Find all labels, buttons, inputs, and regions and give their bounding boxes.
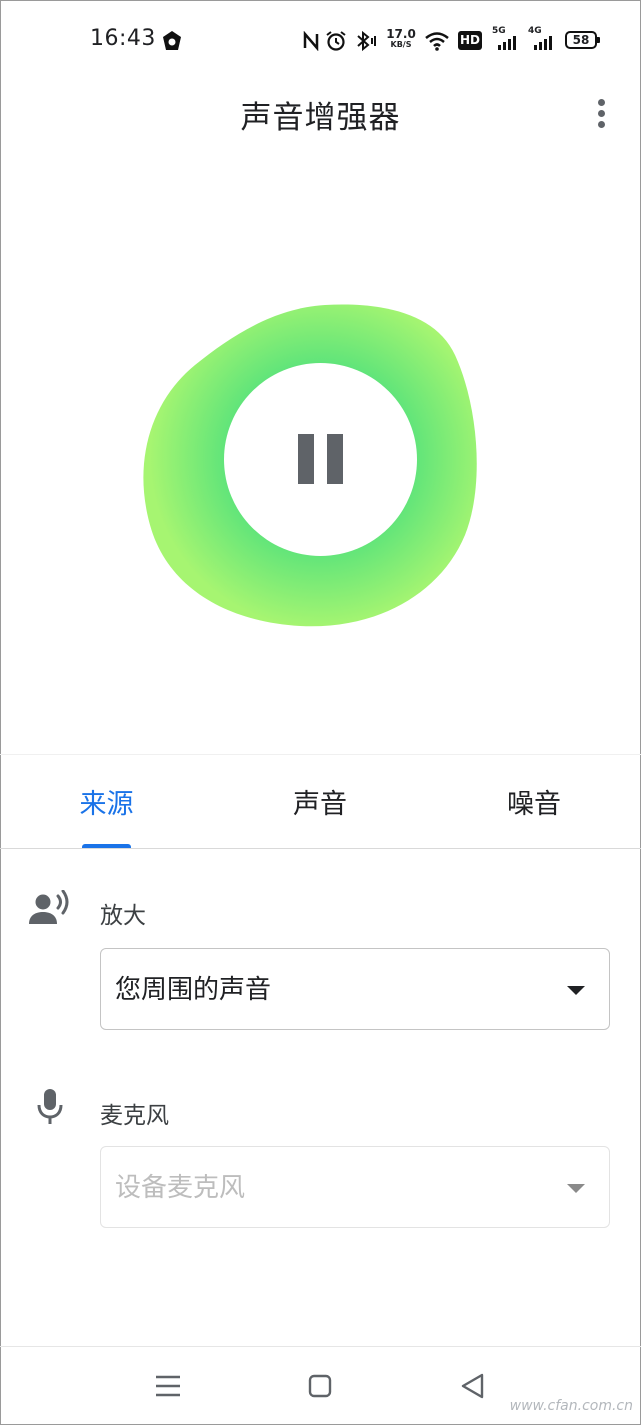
- signal-5g-icon: 5G: [492, 27, 520, 50]
- hd-icon: HD: [458, 31, 482, 50]
- pause-button[interactable]: [224, 363, 417, 556]
- net-speed-unit: KB/S: [390, 40, 412, 49]
- status-time: 16:43: [90, 26, 156, 51]
- back-icon[interactable]: [453, 1366, 493, 1406]
- tab-source[interactable]: 来源: [0, 755, 213, 848]
- tab-bar: 来源 声音 噪音: [0, 755, 641, 848]
- status-bar: 16:43 17.0 KB/S HD 5G 4G 58: [0, 0, 641, 80]
- net-speed-value: 17.0: [386, 27, 416, 41]
- tab-noise[interactable]: 噪音: [427, 755, 641, 848]
- microphone-label: 麦克风: [100, 1103, 169, 1129]
- dropdown-arrow-icon: [567, 986, 585, 995]
- net-speed: 17.0 KB/S: [386, 28, 416, 50]
- watermark: www.cfan.com.cn: [509, 1398, 633, 1414]
- menu-icon[interactable]: [148, 1366, 188, 1406]
- bluetooth-icon: [354, 30, 378, 56]
- tab-sound[interactable]: 声音: [213, 755, 427, 848]
- app-notification-icon: [161, 30, 183, 56]
- amplify-source-select[interactable]: 您周围的声音: [100, 948, 610, 1030]
- nfc-icon: [302, 30, 320, 55]
- amplify-label: 放大: [100, 903, 146, 929]
- microphone-placeholder: 设备麦克风: [115, 1173, 246, 1203]
- person-voice-icon: [28, 889, 74, 934]
- alarm-icon: [325, 30, 347, 56]
- home-icon[interactable]: [300, 1366, 340, 1406]
- pause-icon-bar: [327, 434, 343, 484]
- tabs-divider: [0, 848, 641, 849]
- amplify-selected-value: 您周围的声音: [115, 975, 272, 1005]
- battery-level: 58: [572, 33, 590, 47]
- battery-icon: 58: [565, 31, 600, 49]
- dropdown-arrow-icon: [567, 1184, 585, 1193]
- mic-icon: [36, 1088, 64, 1130]
- nav-divider: [0, 1346, 641, 1347]
- app-title: 声音增强器: [240, 100, 401, 136]
- more-vert-icon[interactable]: [590, 96, 614, 132]
- wifi-icon: [424, 30, 450, 56]
- pause-icon: [298, 434, 314, 484]
- microphone-select[interactable]: 设备麦克风: [100, 1146, 610, 1228]
- signal-4g-icon: 4G: [528, 27, 556, 50]
